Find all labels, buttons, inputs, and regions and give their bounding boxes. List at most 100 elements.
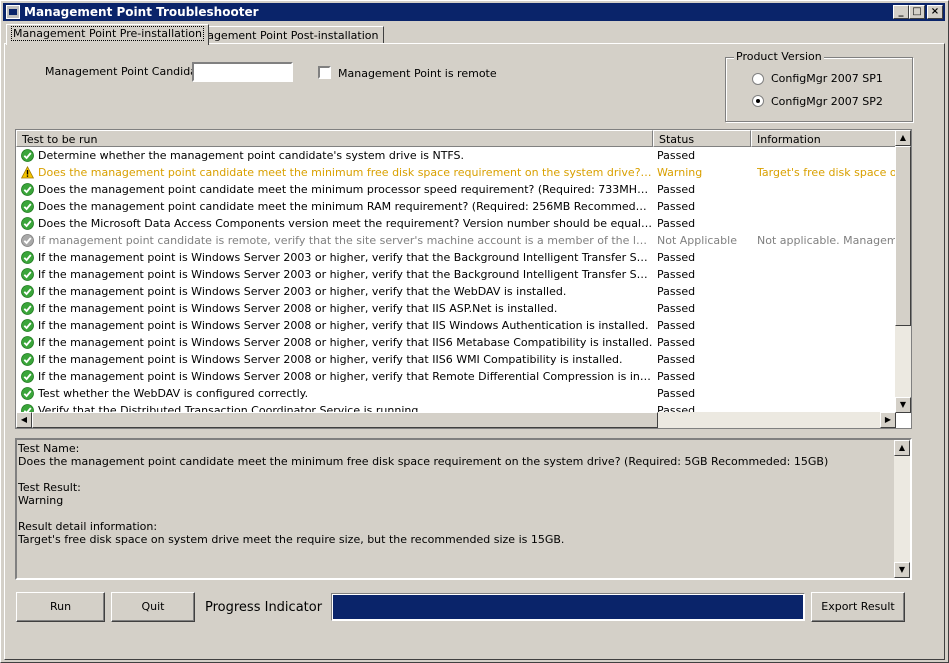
cell-test: Does the management point candidate meet… (38, 166, 653, 179)
check-icon (21, 217, 34, 230)
cell-status: Passed (657, 268, 696, 281)
details-scrollbar[interactable]: ▲ ▼ (894, 440, 910, 578)
cell-status: Not Applicable (657, 234, 737, 247)
horizontal-scroll-thumb[interactable] (32, 412, 658, 428)
table-row[interactable]: If the management point is Windows Serve… (16, 249, 896, 266)
table-row[interactable]: If the management point is Windows Serve… (16, 300, 896, 317)
table-row[interactable]: If the management point is Windows Serve… (16, 368, 896, 385)
test-list[interactable]: Test to be run Status Information Determ… (15, 129, 912, 429)
horizontal-scrollbar[interactable]: ◀ ▶ (16, 412, 896, 428)
test-name-value: Does the management point candidate meet… (18, 455, 829, 468)
details-scroll-up-button[interactable]: ▲ (894, 440, 910, 456)
table-row[interactable]: Does the Microsoft Data Access Component… (16, 215, 896, 232)
table-row[interactable]: Does the management point candidate meet… (16, 164, 896, 181)
cell-status: Passed (657, 200, 696, 213)
scroll-down-button[interactable]: ▼ (895, 397, 911, 413)
cell-status: Passed (657, 302, 696, 315)
column-header-test[interactable]: Test to be run (16, 130, 653, 147)
product-version-group: Product Version ConfigMgr 2007 SP1 Confi… (725, 50, 913, 122)
column-header-status[interactable]: Status (653, 130, 751, 147)
check-icon (21, 183, 34, 196)
arrow-left-icon: ◀ (20, 415, 28, 424)
tab-label: Management Point Post-installation (184, 29, 379, 42)
not-applicable-icon (21, 234, 34, 247)
check-icon (21, 302, 34, 315)
table-row[interactable]: If the management point is Windows Serve… (16, 334, 896, 351)
test-result-label: Test Result: (18, 481, 81, 494)
minimize-button[interactable]: _ (893, 5, 909, 19)
close-button[interactable]: × (927, 5, 943, 19)
cell-test: If the management point is Windows Serve… (38, 268, 653, 281)
tab-pre-installation[interactable]: Management Point Pre-installation (6, 24, 209, 45)
cell-information: Not applicable. Management (757, 234, 895, 247)
quit-button[interactable]: Quit (111, 592, 195, 622)
cell-status: Passed (657, 217, 696, 230)
vertical-scrollbar[interactable]: ▲ ▼ (895, 130, 911, 413)
cell-status: Passed (657, 353, 696, 366)
cell-test: If the management point is Windows Serve… (38, 302, 558, 315)
table-row[interactable]: If the management point is Windows Serve… (16, 317, 896, 334)
test-result-value: Warning (18, 494, 64, 507)
maximize-icon: □ (912, 6, 922, 17)
table-row[interactable]: If management point candidate is remote,… (16, 232, 896, 249)
table-row[interactable]: Determine whether the management point c… (16, 147, 896, 164)
arrow-down-icon: ▼ (899, 400, 907, 409)
cell-information: Target's free disk space on sy (757, 166, 895, 179)
cell-status: Passed (657, 319, 696, 332)
scroll-right-button[interactable]: ▶ (880, 412, 896, 428)
table-row[interactable]: Does the management point candidate meet… (16, 181, 896, 198)
cell-test: Does the management point candidate meet… (38, 200, 653, 213)
run-button[interactable]: Run (16, 592, 105, 622)
candidate-label: Management Point Candidate (45, 65, 209, 78)
table-row[interactable]: If the management point is Windows Serve… (16, 351, 896, 368)
check-icon (21, 353, 34, 366)
candidate-input[interactable] (192, 62, 293, 82)
table-row[interactable]: If the management point is Windows Serve… (16, 283, 896, 300)
table-row[interactable]: Does the management point candidate meet… (16, 198, 896, 215)
column-header-information[interactable]: Information (751, 130, 897, 147)
cell-test: Determine whether the management point c… (38, 149, 465, 162)
cell-test: If the management point is Windows Serve… (38, 319, 649, 332)
details-panel[interactable]: Test Name: Does the management point can… (15, 438, 912, 580)
title-bar[interactable]: Management Point Troubleshooter _ □ × (3, 3, 945, 21)
minimize-icon: _ (898, 6, 904, 17)
maximize-button[interactable]: □ (909, 5, 925, 19)
tab-post-installation[interactable]: Management Point Post-installation (179, 26, 384, 44)
cell-status: Passed (657, 387, 696, 400)
details-scroll-down-button[interactable]: ▼ (894, 562, 910, 578)
radio-sp2[interactable] (752, 95, 764, 107)
result-detail-value: Target's free disk space on system drive… (18, 533, 565, 546)
test-name-label: Test Name: (18, 442, 80, 455)
check-icon (21, 336, 34, 349)
cell-status: Passed (657, 183, 696, 196)
export-result-button[interactable]: Export Result (811, 592, 905, 622)
table-row[interactable]: Test whether the WebDAV is configured co… (16, 385, 896, 402)
cell-test: If the management point is Windows Serve… (38, 285, 567, 298)
cell-test: If management point candidate is remote,… (38, 234, 653, 247)
cell-status: Warning (657, 166, 703, 179)
remote-checkbox[interactable] (318, 66, 331, 79)
arrow-up-icon: ▲ (899, 133, 907, 142)
progress-label: Progress Indicator (205, 600, 323, 615)
check-icon (21, 251, 34, 264)
progress-bar (331, 593, 805, 621)
vertical-scroll-thumb[interactable] (895, 146, 911, 326)
radio-sp1[interactable] (752, 73, 764, 85)
check-icon (21, 285, 34, 298)
warning-icon (21, 166, 34, 179)
main-window: Management Point Troubleshooter _ □ × Ma… (0, 0, 949, 663)
app-icon[interactable] (6, 5, 20, 19)
cell-test: If the management point is Windows Serve… (38, 251, 653, 264)
window-title: Management Point Troubleshooter (24, 5, 259, 19)
cell-test: If the management point is Windows Serve… (38, 353, 623, 366)
radio-sp1-label: ConfigMgr 2007 SP1 (771, 72, 883, 85)
cell-status: Passed (657, 336, 696, 349)
cell-status: Passed (657, 149, 696, 162)
scroll-up-button[interactable]: ▲ (895, 130, 911, 146)
check-icon (21, 370, 34, 383)
table-row[interactable]: If the management point is Windows Serve… (16, 266, 896, 283)
scroll-left-button[interactable]: ◀ (16, 412, 32, 428)
arrow-down-icon: ▼ (898, 565, 906, 574)
check-icon (21, 268, 34, 281)
remote-label: Management Point is remote (338, 67, 497, 80)
